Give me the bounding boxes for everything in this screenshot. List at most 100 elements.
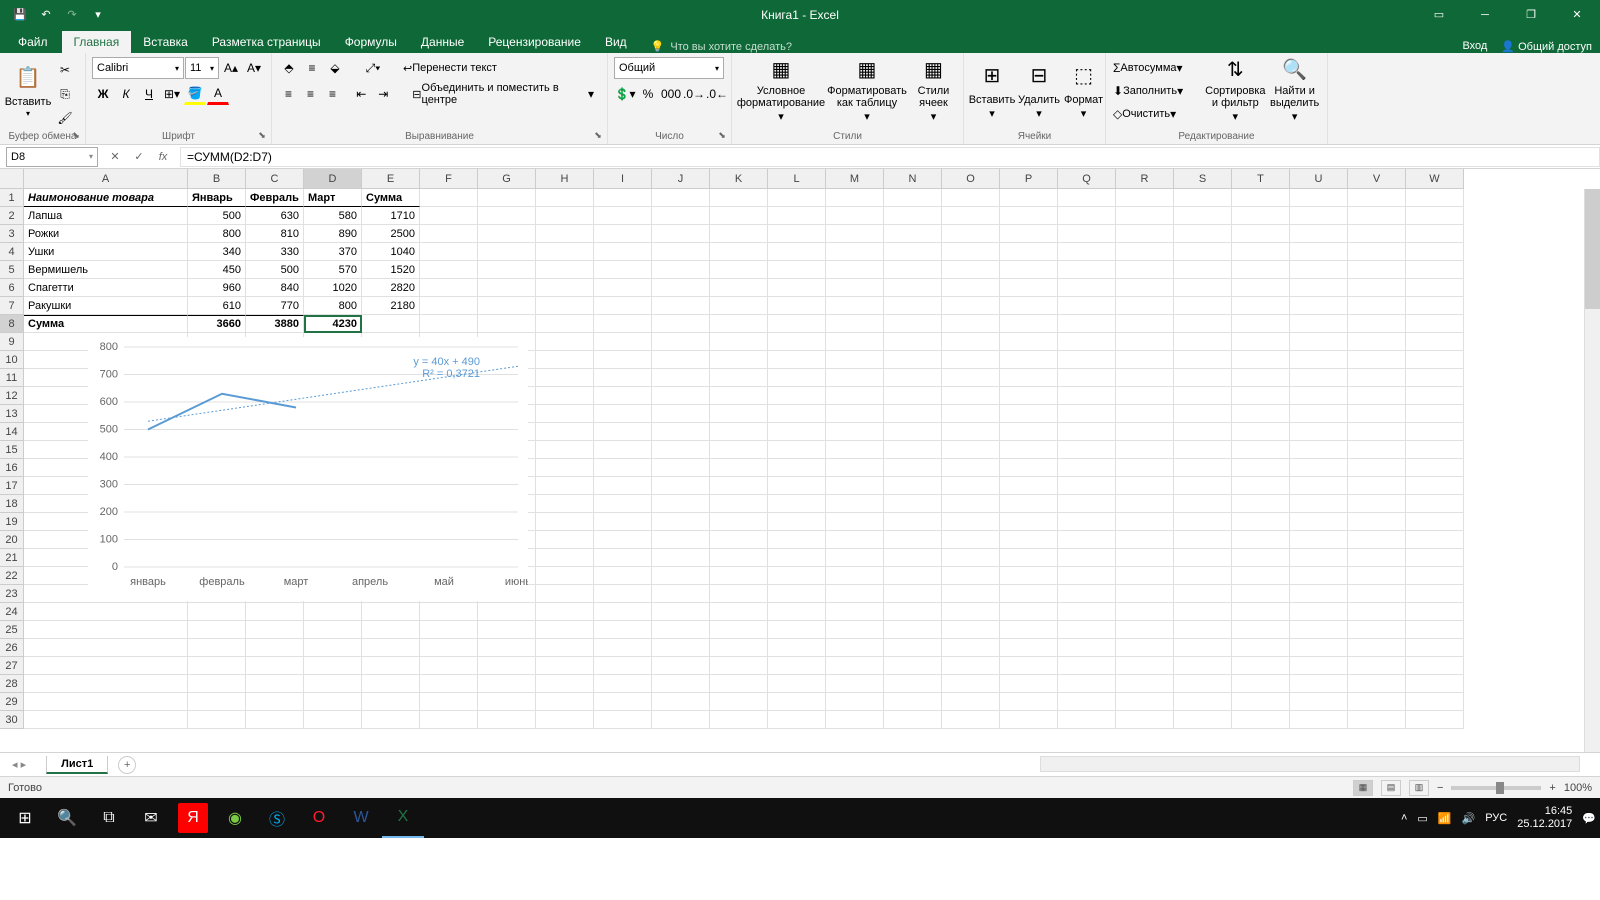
cell[interactable]	[1174, 279, 1232, 297]
cell[interactable]	[652, 657, 710, 675]
cell[interactable]	[536, 315, 594, 333]
row-header[interactable]: 20	[0, 531, 24, 549]
cell[interactable]	[594, 225, 652, 243]
cell[interactable]	[188, 693, 246, 711]
cell[interactable]	[826, 585, 884, 603]
tell-me-search[interactable]: 💡 Что вы хотите сделать?	[651, 40, 792, 53]
cell[interactable]	[536, 549, 594, 567]
cell[interactable]	[594, 693, 652, 711]
cell[interactable]	[304, 711, 362, 729]
cell[interactable]	[884, 207, 942, 225]
cell[interactable]	[1348, 495, 1406, 513]
cell[interactable]	[1290, 261, 1348, 279]
ribbon-tab-Главная[interactable]: Главная	[62, 31, 132, 53]
insert-cells-button[interactable]: ⊞Вставить▾	[970, 57, 1014, 123]
cell[interactable]: Лапша	[24, 207, 188, 225]
cell[interactable]	[188, 639, 246, 657]
cell[interactable]	[1174, 459, 1232, 477]
cell[interactable]	[1232, 603, 1290, 621]
fill-color-icon[interactable]: 🪣	[184, 83, 206, 105]
cell[interactable]	[942, 387, 1000, 405]
cell[interactable]	[1290, 675, 1348, 693]
cell[interactable]	[420, 261, 478, 279]
cell[interactable]	[1348, 297, 1406, 315]
bold-button[interactable]: Ж	[92, 83, 114, 105]
column-header[interactable]: T	[1232, 169, 1290, 189]
cell[interactable]	[1058, 189, 1116, 207]
cell[interactable]	[1000, 189, 1058, 207]
cell[interactable]	[1348, 405, 1406, 423]
cell[interactable]	[478, 675, 536, 693]
cell[interactable]	[362, 675, 420, 693]
cell[interactable]	[1348, 621, 1406, 639]
cell[interactable]	[1000, 603, 1058, 621]
cell[interactable]	[1348, 261, 1406, 279]
cell[interactable]	[1406, 621, 1464, 639]
cell[interactable]	[1290, 279, 1348, 297]
row-header[interactable]: 3	[0, 225, 24, 243]
cell[interactable]	[1116, 549, 1174, 567]
row-header[interactable]: 14	[0, 423, 24, 441]
column-header[interactable]: N	[884, 169, 942, 189]
cell[interactable]	[1348, 441, 1406, 459]
cell[interactable]	[1348, 693, 1406, 711]
cell[interactable]	[710, 693, 768, 711]
cell[interactable]	[768, 261, 826, 279]
cell[interactable]	[884, 369, 942, 387]
cell[interactable]	[1290, 189, 1348, 207]
cell[interactable]: 1710	[362, 207, 420, 225]
column-header[interactable]: P	[1000, 169, 1058, 189]
cell[interactable]	[1232, 657, 1290, 675]
cell[interactable]	[594, 657, 652, 675]
cell[interactable]	[478, 603, 536, 621]
cell[interactable]	[1000, 405, 1058, 423]
excel-icon[interactable]: X	[382, 798, 424, 838]
cell[interactable]	[1406, 261, 1464, 279]
cell[interactable]	[1406, 495, 1464, 513]
cell[interactable]	[594, 459, 652, 477]
cell[interactable]	[942, 369, 1000, 387]
cell[interactable]	[594, 585, 652, 603]
cell[interactable]	[652, 495, 710, 513]
cell[interactable]	[1232, 459, 1290, 477]
row-header[interactable]: 10	[0, 351, 24, 369]
cell[interactable]	[1058, 459, 1116, 477]
cell[interactable]	[884, 531, 942, 549]
cell[interactable]	[1406, 639, 1464, 657]
cell[interactable]	[1232, 297, 1290, 315]
cell[interactable]	[1000, 549, 1058, 567]
cell[interactable]	[1406, 189, 1464, 207]
cell[interactable]	[536, 369, 594, 387]
cell[interactable]	[1232, 621, 1290, 639]
cell[interactable]	[652, 279, 710, 297]
cell[interactable]	[304, 639, 362, 657]
cell[interactable]	[594, 351, 652, 369]
cell[interactable]	[652, 369, 710, 387]
row-header[interactable]: 25	[0, 621, 24, 639]
cell[interactable]	[1116, 207, 1174, 225]
cell[interactable]	[420, 675, 478, 693]
sort-filter-button[interactable]: ⇅Сортировка и фильтр▾	[1206, 57, 1264, 123]
cell[interactable]	[1290, 693, 1348, 711]
row-header[interactable]: 9	[0, 333, 24, 351]
row-header[interactable]: 12	[0, 387, 24, 405]
cell[interactable]	[536, 225, 594, 243]
cell[interactable]	[362, 657, 420, 675]
column-header[interactable]: H	[536, 169, 594, 189]
cell[interactable]	[1058, 711, 1116, 729]
cell[interactable]	[1116, 189, 1174, 207]
cell[interactable]	[1058, 693, 1116, 711]
cell[interactable]	[942, 495, 1000, 513]
cell[interactable]	[1174, 549, 1232, 567]
cell[interactable]	[710, 495, 768, 513]
cell[interactable]	[420, 279, 478, 297]
cell[interactable]	[362, 711, 420, 729]
column-header[interactable]: U	[1290, 169, 1348, 189]
zoom-out-icon[interactable]: −	[1437, 782, 1443, 794]
cell[interactable]	[1348, 585, 1406, 603]
cell[interactable]	[1406, 423, 1464, 441]
cell[interactable]	[362, 639, 420, 657]
cell[interactable]	[246, 711, 304, 729]
cell[interactable]	[1058, 585, 1116, 603]
cell[interactable]	[884, 441, 942, 459]
